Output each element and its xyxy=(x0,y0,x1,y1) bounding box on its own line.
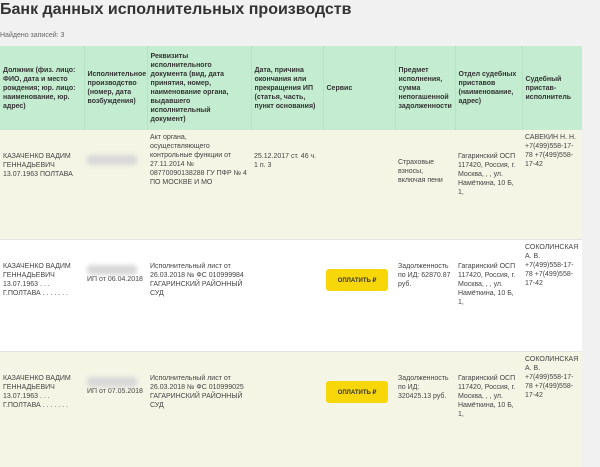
records-found-count: Найдено записей: 3 xyxy=(0,32,64,39)
service-cell xyxy=(323,130,395,240)
column-header-document: Реквизиты исполнительного документа (вид… xyxy=(147,46,251,130)
proceeding-cell: ИП от 06.04.2018 xyxy=(84,240,147,352)
bailiff-cell: СОКОЛИНСКАЯ А. В. +7(499)558-17-78 +7(49… xyxy=(522,240,582,352)
pay-button[interactable]: ОПЛАТИТЬ ₽ xyxy=(326,269,388,291)
page-title: Банк данных исполнительных производств xyxy=(0,0,351,20)
proceeding-date: ИП от 06.04.2018 xyxy=(87,276,143,283)
table-row: КАЗАЧЕНКО ВАДИМ ГЕННАДЬЕВИЧ 13.07.1963 .… xyxy=(0,240,582,352)
department-cell: Гагаринский ОСП 117420, Россия, г. Москв… xyxy=(455,130,522,240)
subject-cell: Задолженность по ИД: 320425.13 руб. xyxy=(395,352,455,467)
bailiff-cell: САВЕКИН Н. Н. +7(499)558-17-78 +7(499)55… xyxy=(522,130,582,240)
document-cell: Исполнительный лист от 26.03.2018 № ФС 0… xyxy=(147,240,251,352)
department-cell: Гагаринский ОСП 117420, Россия, г. Москв… xyxy=(455,240,522,352)
proceeding-cell xyxy=(84,130,147,240)
column-header-bailiff: Судебный пристав-исполнитель xyxy=(522,46,582,130)
debtor-cell: КАЗАЧЕНКО ВАДИМ ГЕННАДЬЕВИЧ 13.07.1963 .… xyxy=(0,240,84,352)
redacted-proceeding-number xyxy=(87,155,137,165)
document-cell: Акт органа, осуществляющего контрольные … xyxy=(147,130,251,240)
redacted-proceeding-number xyxy=(87,377,137,387)
subject-cell: Задолженность по ИД: 62870.87 руб. xyxy=(395,240,455,352)
redacted-proceeding-number xyxy=(87,265,137,275)
proceeding-cell: ИП от 07.05.2018 xyxy=(84,352,147,467)
end-date-cell xyxy=(251,240,323,352)
document-cell: Исполнительный лист от 26.03.2018 № ФС 0… xyxy=(147,352,251,467)
proceeding-date: ИП от 07.05.2018 xyxy=(87,388,143,395)
service-cell: ОПЛАТИТЬ ₽ xyxy=(323,352,395,467)
column-header-subject: Предмет исполнения, сумма непогашенной з… xyxy=(395,46,455,130)
column-header-end-date: Дата, причина окончания или прекращения … xyxy=(251,46,323,130)
department-cell: Гагаринский ОСП 117420, Россия, г. Москв… xyxy=(455,352,522,467)
service-cell: ОПЛАТИТЬ ₽ xyxy=(323,240,395,352)
debtor-cell: КАЗАЧЕНКО ВАДИМ ГЕННАДЬЕВИЧ 13.07.1963 П… xyxy=(0,130,84,240)
subject-cell: Страховые взносы, включая пени xyxy=(395,130,455,240)
column-header-proceeding: Исполнительное производство (номер, дата… xyxy=(84,46,147,130)
column-header-debtor: Должник (физ. лицо: ФИО, дата и место ро… xyxy=(0,46,84,130)
results-table: Должник (физ. лицо: ФИО, дата и место ро… xyxy=(0,46,582,467)
bailiff-cell: СОКОЛИНСКАЯ А. В. +7(499)558-17-78 +7(49… xyxy=(522,352,582,467)
end-date-cell xyxy=(251,352,323,467)
end-date-cell: 25.12.2017 ст. 46 ч. 1 п. 3 xyxy=(251,130,323,240)
column-header-service: Сервис xyxy=(323,46,395,130)
debtor-cell: КАЗАЧЕНКО ВАДИМ ГЕННАДЬЕВИЧ 13.07.1963 .… xyxy=(0,352,84,467)
table-header-row: Должник (физ. лицо: ФИО, дата и место ро… xyxy=(0,46,582,130)
table-row: КАЗАЧЕНКО ВАДИМ ГЕННАДЬЕВИЧ 13.07.1963 П… xyxy=(0,130,582,240)
column-header-department: Отдел судебных приставов (наименование, … xyxy=(455,46,522,130)
table-row: КАЗАЧЕНКО ВАДИМ ГЕННАДЬЕВИЧ 13.07.1963 .… xyxy=(0,352,582,467)
